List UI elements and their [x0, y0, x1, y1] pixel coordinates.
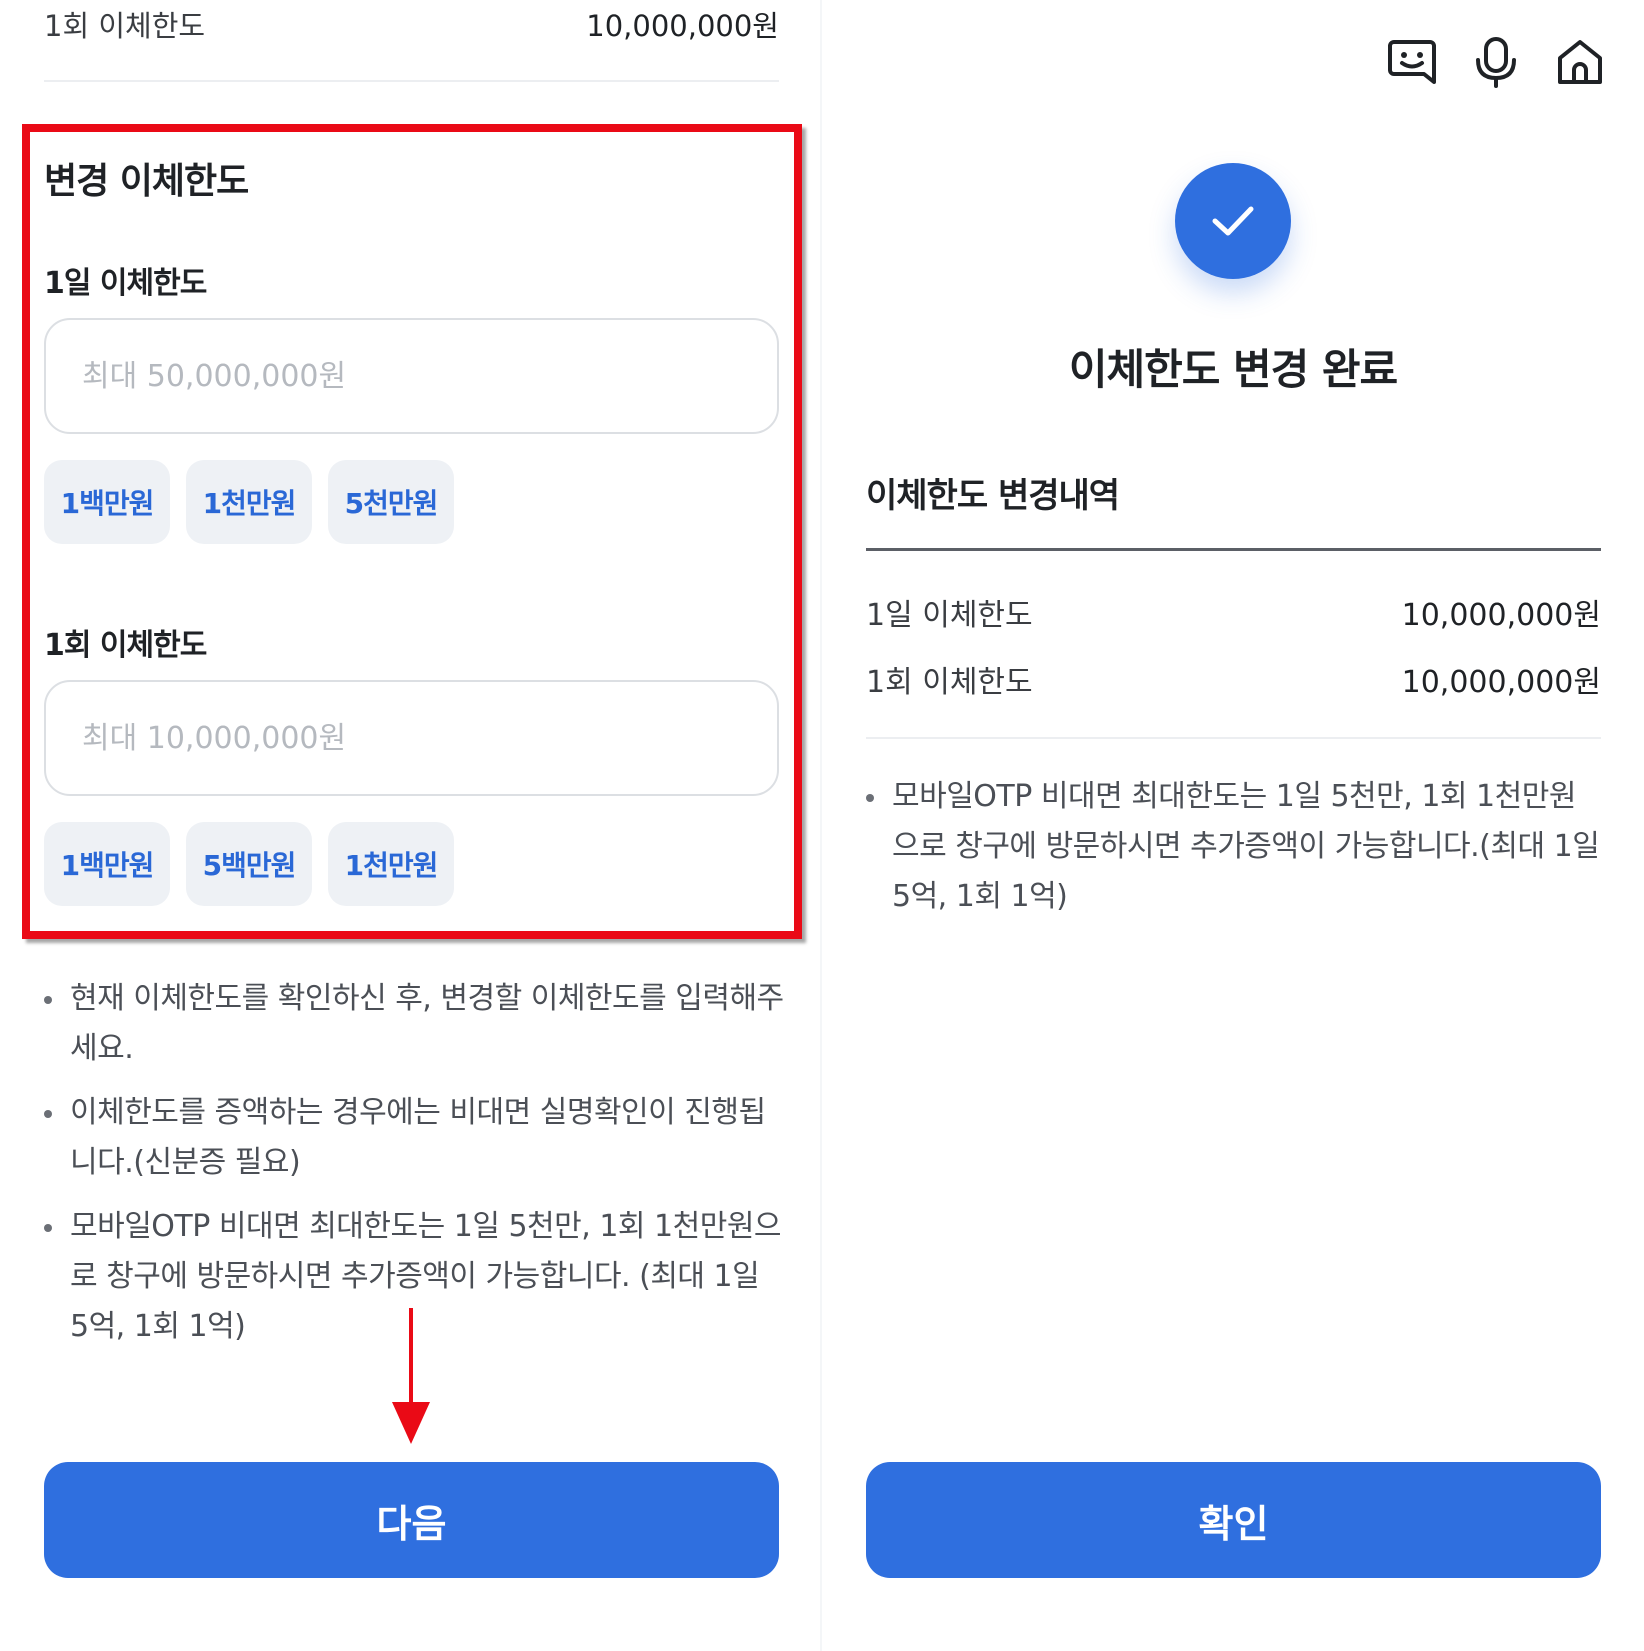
per-transfer-limit-input[interactable]	[44, 680, 779, 796]
daily-chip-2[interactable]: 1천만원	[186, 460, 312, 544]
notice-item: 모바일OTP 비대면 최대한도는 1일 5천만, 1회 1천만원으로 창구에 방…	[866, 772, 1601, 922]
notice-item: 이체한도를 증액하는 경우에는 비대면 실명확인이 진행됩니다.(신분증 필요)	[44, 1088, 784, 1188]
history-row-daily: 1일 이체한도 10,000,000원	[866, 590, 1601, 634]
confirm-button[interactable]: 확인	[866, 1462, 1601, 1578]
daily-limit-input[interactable]	[44, 318, 779, 434]
per-transfer-chip-1[interactable]: 1백만원	[44, 822, 170, 906]
row-value: 10,000,000원	[1401, 665, 1601, 700]
completion-title: 이체한도 변경 완료	[1068, 345, 1398, 394]
success-check-circle	[1175, 163, 1291, 279]
row-value: 10,000,000원	[1401, 598, 1601, 633]
daily-limit-chips: 1백만원 1천만원 5천만원	[44, 460, 454, 544]
history-title: 이체한도 변경내역	[866, 476, 1120, 516]
microphone-icon[interactable]	[1470, 36, 1522, 88]
limit-change-complete-screen: 이체한도 변경 완료 이체한도 변경내역 1일 이체한도 10,000,000원…	[822, 0, 1644, 1651]
current-per-transfer-limit-row: 1회 이체한도 10,000,000원	[44, 4, 779, 44]
notice-item: 현재 이체한도를 확인하신 후, 변경할 이체한도를 입력해주세요.	[44, 974, 784, 1074]
limit-change-screen: 1회 이체한도 10,000,000원 변경 이체한도 1일 이체한도 1백만원…	[0, 0, 820, 1651]
daily-chip-3[interactable]: 5천만원	[328, 460, 454, 544]
per-transfer-limit-label: 1회 이체한도	[44, 628, 207, 663]
row-label: 1일 이체한도	[866, 598, 1033, 633]
down-arrow-icon	[392, 1308, 430, 1444]
row-label: 1회 이체한도	[44, 9, 206, 43]
chatbot-icon[interactable]	[1386, 36, 1438, 88]
per-transfer-limit-chips: 1백만원 5백만원 1천만원	[44, 822, 454, 906]
divider	[866, 737, 1601, 739]
row-value: 10,000,000원	[586, 9, 779, 43]
history-divider	[866, 548, 1601, 551]
check-icon	[1212, 206, 1254, 236]
divider	[44, 80, 779, 82]
history-row-per-transfer: 1회 이체한도 10,000,000원	[866, 657, 1601, 701]
per-transfer-chip-3[interactable]: 1천만원	[328, 822, 454, 906]
section-title: 변경 이체한도	[44, 161, 249, 202]
header-icons	[1386, 36, 1606, 88]
home-icon[interactable]	[1554, 36, 1606, 88]
daily-chip-1[interactable]: 1백만원	[44, 460, 170, 544]
per-transfer-chip-2[interactable]: 5백만원	[186, 822, 312, 906]
row-label: 1회 이체한도	[866, 665, 1033, 700]
notice-list: 모바일OTP 비대면 최대한도는 1일 5천만, 1회 1천만원으로 창구에 방…	[866, 772, 1601, 936]
next-button[interactable]: 다음	[44, 1462, 779, 1578]
daily-limit-label: 1일 이체한도	[44, 266, 207, 301]
